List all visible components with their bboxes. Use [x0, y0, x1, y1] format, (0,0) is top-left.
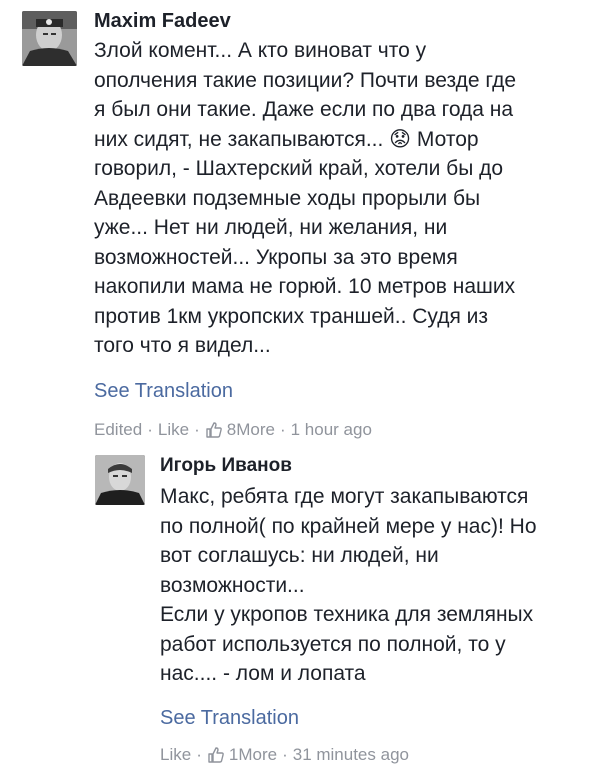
comment: Maxim Fadeev Злой комент... А кто винова… — [0, 0, 589, 445]
reply-comment: Игорь Иванов Макс, ребята где могут зака… — [0, 445, 589, 776]
separator: · — [279, 420, 286, 439]
more-link[interactable]: More — [236, 420, 275, 440]
like-button[interactable]: Like — [160, 745, 191, 765]
person-photo-icon — [22, 11, 77, 66]
separator: · — [196, 745, 202, 764]
likes-count[interactable]: 8 — [227, 420, 236, 440]
avatar[interactable] — [22, 11, 77, 66]
separator: · — [282, 745, 288, 764]
comment-text: Злой комент... А кто виноват что у ополч… — [94, 39, 517, 357]
like-button[interactable]: Like — [158, 420, 189, 440]
more-link[interactable]: More — [238, 745, 277, 765]
person-photo-icon — [95, 455, 145, 505]
separator: · — [194, 420, 200, 439]
avatar[interactable] — [95, 455, 145, 505]
thumbs-up-icon — [207, 746, 227, 764]
likes-count[interactable]: 1 — [229, 745, 238, 765]
comment-actions: Edited · Like · 8 More · 1 hour ago — [94, 420, 372, 440]
timestamp: 1 hour ago — [290, 420, 372, 439]
edited-link[interactable]: Edited — [94, 420, 142, 440]
comment-author[interactable]: Игорь Иванов — [160, 455, 292, 477]
thumbs-up-icon — [205, 421, 225, 439]
see-translation-link[interactable]: See Translation — [94, 380, 233, 403]
separator: · — [147, 420, 153, 439]
comment-text: Макс, ребята где могут закапываются по п… — [160, 485, 537, 685]
timestamp: 31 minutes ago — [292, 745, 409, 764]
see-translation-link[interactable]: See Translation — [160, 707, 299, 730]
comment-author[interactable]: Maxim Fadeev — [94, 10, 231, 33]
comment-actions: Like · 1 More · 31 minutes ago — [160, 745, 409, 765]
